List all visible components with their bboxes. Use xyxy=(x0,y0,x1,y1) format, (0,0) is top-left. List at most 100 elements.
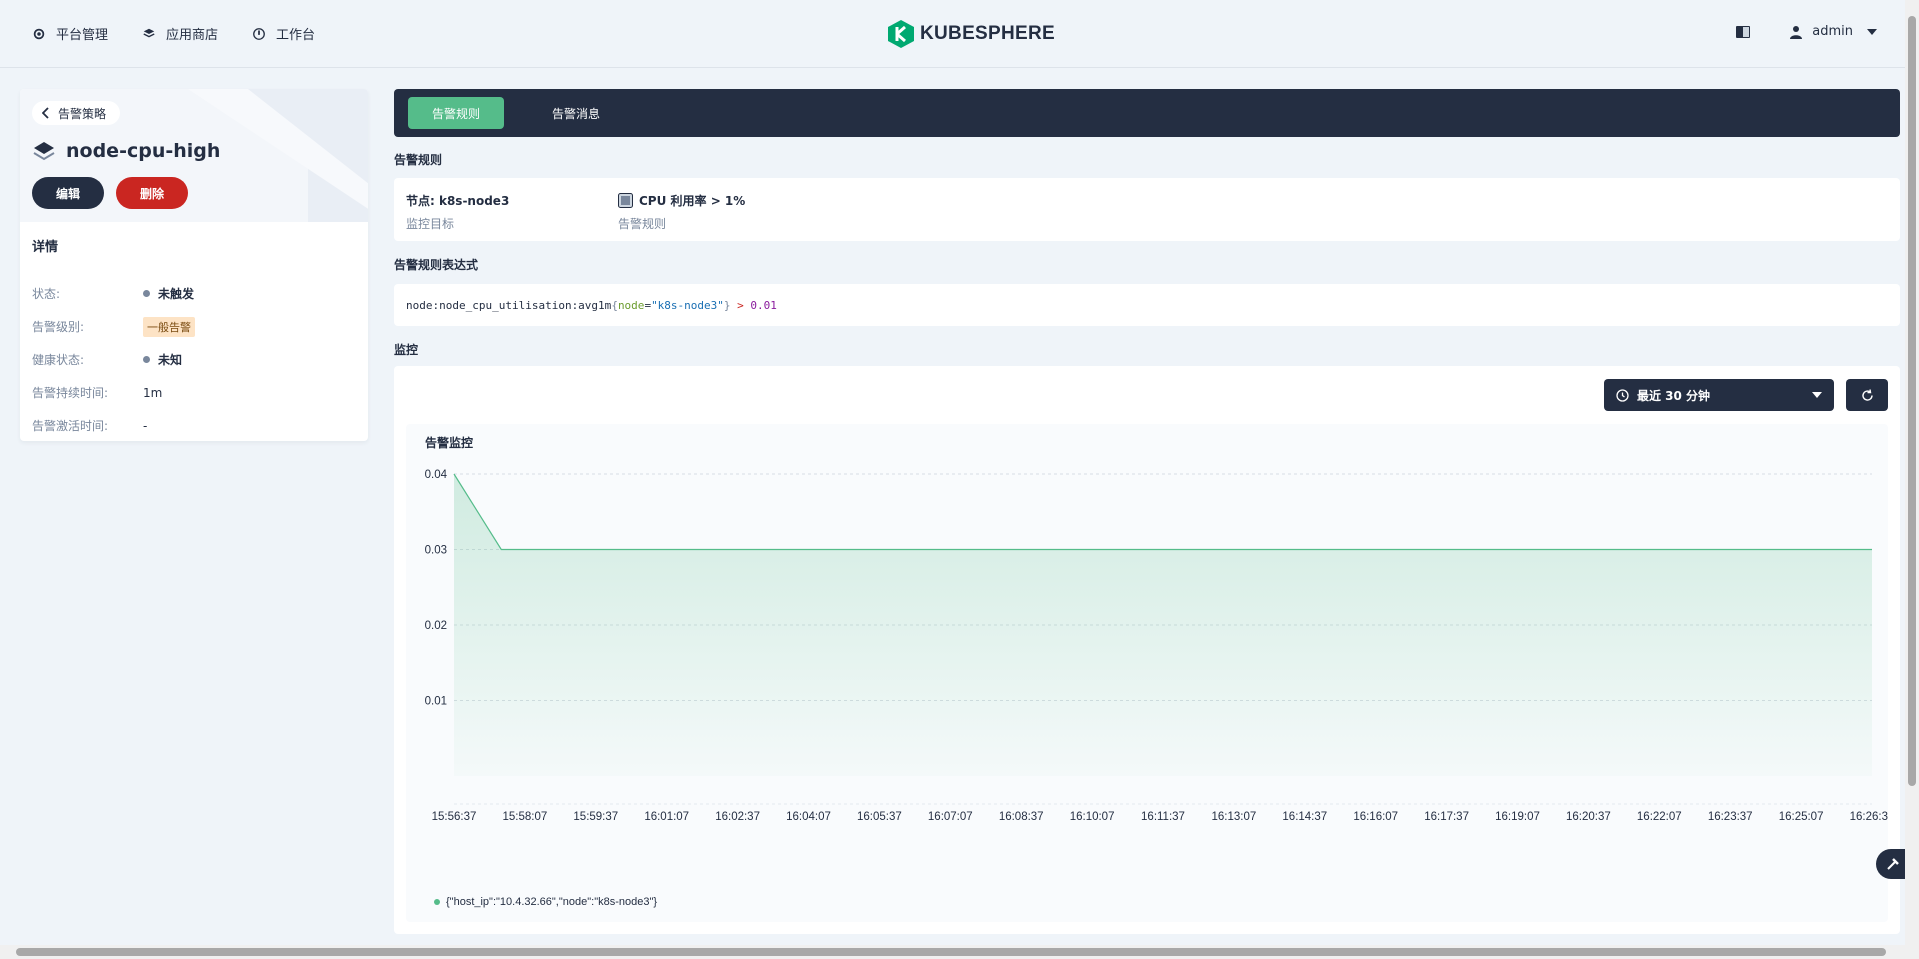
expr-label-key: node xyxy=(617,298,645,312)
hammer-icon xyxy=(1887,858,1899,870)
time-range-value: 最近 30 分钟 xyxy=(1637,388,1711,403)
cpu-icon xyxy=(618,193,633,208)
chart-legend[interactable]: {"host_ip":"10.4.32.66","node":"k8s-node… xyxy=(434,896,657,908)
y-tick-label: 0.02 xyxy=(425,620,447,632)
user-name: admin xyxy=(1812,24,1853,39)
doc-icon[interactable] xyxy=(1736,25,1751,38)
x-tick-label: 16:05:37 xyxy=(857,811,902,823)
legend-label: {"host_ip":"10.4.32.66","node":"k8s-node… xyxy=(446,896,658,908)
series-area xyxy=(454,474,1872,776)
edit-button[interactable]: 编辑 xyxy=(32,177,104,209)
x-tick-label: 16:11:37 xyxy=(1141,811,1185,823)
detail-row-health: 健康状态: 未知 xyxy=(32,343,356,376)
horizontal-scroll-thumb[interactable] xyxy=(16,948,1886,956)
alert-monitor-chart: 告警监控 0.01 0.02 0.03 0.04 15:56:37 15:58:07 15:… xyxy=(406,424,1888,922)
rule-section-title: 告警规则 xyxy=(394,153,443,167)
y-tick-label: 0.01 xyxy=(425,696,447,708)
cube-icon xyxy=(143,28,155,37)
monitor-target: 节点: k8s-node3 监控目标 xyxy=(406,192,509,232)
chevron-down-icon xyxy=(1867,28,1877,35)
detail-label: 告警激活时间: xyxy=(32,419,109,433)
nav-platform-management-label: 平台管理 xyxy=(56,28,109,43)
detail-row-severity: 告警级别: 一般告警 xyxy=(32,310,356,343)
x-tick-label: 16:25:07 xyxy=(1779,811,1824,823)
expr-equals: = xyxy=(644,298,652,312)
x-tick-label: 16:22:07 xyxy=(1637,811,1682,823)
chart-plot: 0.01 0.02 0.03 0.04 15:56:37 15:58:07 15:59:37… xyxy=(425,469,1888,823)
policy-title-row: node-cpu-high xyxy=(32,139,220,163)
nav-platform-management[interactable]: 平台管理 xyxy=(32,24,108,43)
detail-label: 健康状态: xyxy=(32,353,85,367)
y-tick-label: 0.03 xyxy=(425,545,447,557)
nav-menu: 平台管理 应用商店 工作台 xyxy=(0,24,349,43)
x-tick-label: 15:59:37 xyxy=(573,811,618,823)
vertical-scroll-thumb[interactable] xyxy=(1908,16,1916,786)
policy-header: 告警策略 node-cpu-high 编辑 删除 xyxy=(20,89,368,222)
horizontal-scrollbar[interactable] xyxy=(0,945,1919,959)
expr-brace-open: { xyxy=(611,298,618,312)
tab-alert-messages[interactable]: 告警消息 xyxy=(528,97,624,129)
x-tick-label: 16:16:07 xyxy=(1353,811,1398,823)
user-menu[interactable]: admin xyxy=(1790,24,1877,39)
clock-icon xyxy=(1616,388,1629,402)
detail-label: 告警级别: xyxy=(32,320,85,334)
health-dot-icon xyxy=(143,356,150,363)
user-icon xyxy=(1790,25,1803,39)
detail-value: - xyxy=(143,418,148,433)
gear-icon xyxy=(33,28,45,39)
detail-row-status: 状态: 未触发 xyxy=(32,277,356,310)
x-tick-label: 16:04:07 xyxy=(786,811,831,823)
rule-value: CPU 利用率 > 1% xyxy=(639,194,746,208)
x-tick-label: 16:13:07 xyxy=(1212,811,1257,823)
refresh-button[interactable] xyxy=(1846,379,1888,411)
x-tick-label: 16:20:37 xyxy=(1566,811,1611,823)
detail-value: 未知 xyxy=(158,353,183,367)
tab-alert-rules[interactable]: 告警规则 xyxy=(408,97,505,129)
severity-badge: 一般告警 xyxy=(143,316,195,337)
x-tick-label: 16:02:37 xyxy=(715,811,760,823)
details-section: 详情 状态: 未触发 告警级别: 一般告警 健康状态: 未知 告警持续时间: 1… xyxy=(20,222,368,441)
y-tick-label: 0.04 xyxy=(425,469,448,481)
rule-condition: CPU 利用率 > 1% 告警规则 xyxy=(618,192,745,232)
details-title: 详情 xyxy=(32,240,59,255)
x-tick-label: 15:56:37 xyxy=(432,811,477,823)
detail-row-activation: 告警激活时间: - xyxy=(32,409,356,441)
delete-button[interactable]: 删除 xyxy=(116,177,188,209)
detail-row-duration: 告警持续时间: 1m xyxy=(32,376,356,409)
x-tick-label: 16:10:07 xyxy=(1070,811,1115,823)
chevron-down-icon xyxy=(1812,392,1822,398)
detail-label: 状态: xyxy=(32,287,61,301)
back-label: 告警策略 xyxy=(58,106,107,121)
kubesphere-logo-icon xyxy=(888,20,914,48)
nav-app-store-label: 应用商店 xyxy=(166,28,219,43)
nav-right: admin xyxy=(1736,24,1877,39)
vertical-scrollbar[interactable] xyxy=(1905,0,1919,945)
expression-section-title: 告警规则表达式 xyxy=(394,258,479,272)
detail-value: 1m xyxy=(143,385,163,400)
brand-logo[interactable]: KUBESPHERE xyxy=(888,20,1055,48)
chevron-left-icon xyxy=(42,107,49,119)
detail-label: 告警持续时间: xyxy=(32,386,109,400)
refresh-icon xyxy=(1861,388,1873,401)
monitor-card: 最近 30 分钟 告警监控 0.01 0.02 0.03 0.04 15:56:37 15… xyxy=(394,366,1900,934)
x-tick-label: 16:19:07 xyxy=(1495,811,1540,823)
x-tick-label: 16:08:37 xyxy=(999,811,1044,823)
policy-name: node-cpu-high xyxy=(66,140,221,162)
layers-icon xyxy=(33,142,55,161)
expr-metric: node:node_cpu_utilisation:avg1m xyxy=(406,298,612,312)
policy-detail-panel: 告警策略 node-cpu-high 编辑 删除 详情 状态: 未触发 告警级别… xyxy=(20,89,368,441)
time-range-select[interactable]: 最近 30 分钟 xyxy=(1604,379,1834,411)
target-value: 节点: k8s-node3 xyxy=(406,194,510,208)
nav-app-store[interactable]: 应用商店 xyxy=(142,24,218,43)
nav-workbench[interactable]: 工作台 xyxy=(252,24,315,43)
series-line xyxy=(453,473,1872,551)
back-to-alert-policies[interactable]: 告警策略 xyxy=(32,101,121,125)
brand-name: KUBESPHERE xyxy=(920,23,1055,44)
expr-operator: > xyxy=(737,298,744,312)
x-tick-label: 16:17:37 xyxy=(1424,811,1469,823)
detail-tabs: 告警规则 告警消息 xyxy=(394,89,1900,137)
dashboard-icon xyxy=(253,27,265,40)
rule-label: 告警规则 xyxy=(618,217,667,231)
x-tick-label: 16:23:37 xyxy=(1708,811,1753,823)
status-dot-icon xyxy=(143,290,150,297)
